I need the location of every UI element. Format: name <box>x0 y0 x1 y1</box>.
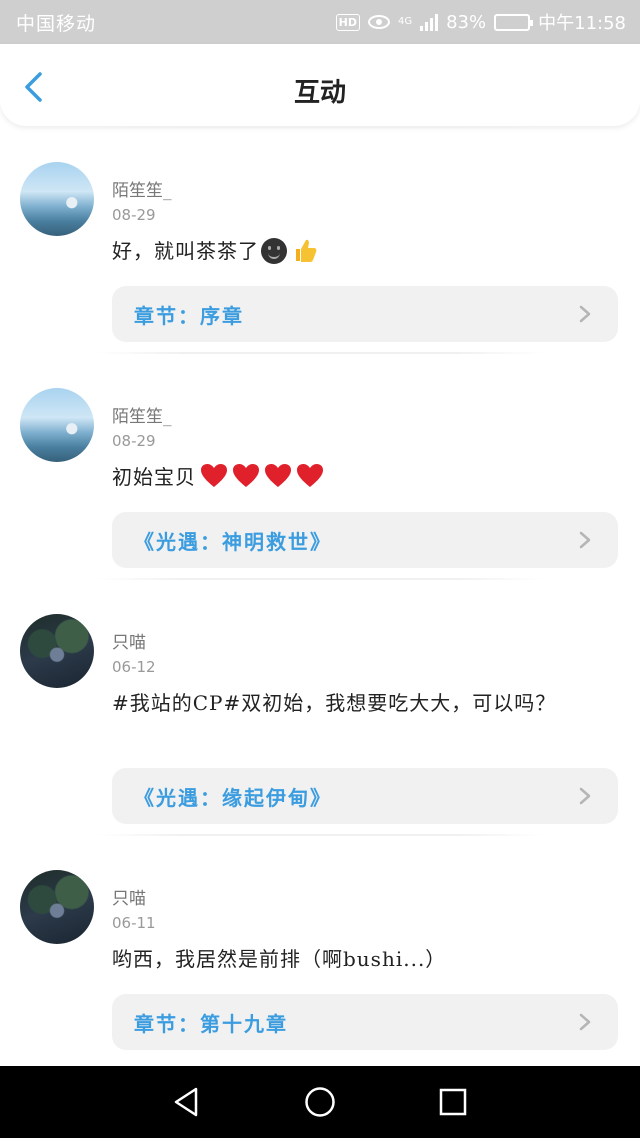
list-item: 只喵 06-12 #我站的CP#双初始，我想要吃大大，可以吗？ 《光遇：缘起伊甸… <box>0 580 640 834</box>
link-label: 章节：序章 <box>134 303 244 328</box>
book-link-card[interactable]: 《光遇：神明救世》 <box>112 512 618 568</box>
triangle-back-icon[interactable] <box>170 1085 204 1119</box>
username[interactable]: 陌笙笙_ <box>112 402 172 427</box>
chevron-right-icon <box>579 305 591 323</box>
comment-text-content: 好，就叫茶茶了 <box>112 239 259 263</box>
signal-icon <box>420 13 439 31</box>
status-bar: 中国移动 HD 4G 83% 中午11:58 <box>0 0 640 44</box>
list-item: 只喵 06-11 哟西，我居然是前排（啊bushi...） 章节：第十九章 <box>0 836 640 1060</box>
thumbs-up-icon <box>296 239 317 262</box>
avatar[interactable] <box>20 162 94 236</box>
avatar[interactable] <box>20 388 94 462</box>
heart-icon <box>201 464 227 487</box>
battery-percent: 83% <box>446 11 487 33</box>
link-label: 《光遇：缘起伊甸》 <box>134 785 332 810</box>
page-title: 互动 <box>293 78 346 108</box>
heart-icon <box>297 464 323 487</box>
chevron-right-icon <box>579 1013 591 1031</box>
username[interactable]: 只喵 <box>112 884 146 909</box>
username[interactable]: 只喵 <box>112 628 146 653</box>
comment-text: 好，就叫茶茶了 <box>112 236 604 266</box>
book-link-card[interactable]: 《光遇：缘起伊甸》 <box>112 768 618 824</box>
square-recents-icon[interactable] <box>436 1085 470 1119</box>
interaction-list: 陌笙笙_ 08-29 好，就叫茶茶了 章节：序章 陌笙笙_ 08-29 初始宝贝… <box>0 126 640 1060</box>
avatar[interactable] <box>20 614 94 688</box>
chapter-link-card[interactable]: 章节：第十九章 <box>112 994 618 1050</box>
comment-text: 哟西，我居然是前排（啊bushi...） <box>112 947 447 971</box>
system-nav-bar <box>0 1066 640 1138</box>
link-label: 章节：第十九章 <box>134 1011 288 1036</box>
status-icons: HD 4G 83% 中午11:58 <box>335 9 626 35</box>
eye-icon <box>367 15 390 29</box>
chapter-link-card[interactable]: 章节：序章 <box>112 286 618 342</box>
chevron-right-icon <box>579 787 591 805</box>
comment-text: 初始宝贝 <box>112 462 604 492</box>
app-header: 互动 <box>0 44 640 126</box>
list-item: 陌笙笙_ 08-29 初始宝贝 《光遇：神明救世》 <box>0 354 640 578</box>
circle-home-icon[interactable] <box>303 1085 337 1119</box>
chevron-right-icon <box>579 531 591 549</box>
time-label: 中午11:58 <box>538 13 626 34</box>
link-label: 《光遇：神明救世》 <box>134 529 332 554</box>
list-item: 陌笙笙_ 08-29 好，就叫茶茶了 章节：序章 <box>0 128 640 352</box>
date: 06-12 <box>112 658 156 676</box>
hd-icon: HD <box>335 13 360 31</box>
avatar[interactable] <box>20 870 94 944</box>
network-type-label: 4G <box>397 16 413 27</box>
neutral-face-icon <box>261 238 287 264</box>
battery-icon <box>494 13 534 31</box>
heart-icon <box>265 464 291 487</box>
heart-icon <box>233 464 259 487</box>
date: 08-29 <box>112 432 156 450</box>
date: 08-29 <box>112 206 156 224</box>
comment-text-content: 初始宝贝 <box>112 465 196 489</box>
carrier-label: 中国移动 <box>16 12 97 35</box>
date: 06-11 <box>112 914 156 932</box>
username[interactable]: 陌笙笙_ <box>112 176 172 201</box>
comment-text: #我站的CP#双初始，我想要吃大大，可以吗？ <box>112 691 557 715</box>
